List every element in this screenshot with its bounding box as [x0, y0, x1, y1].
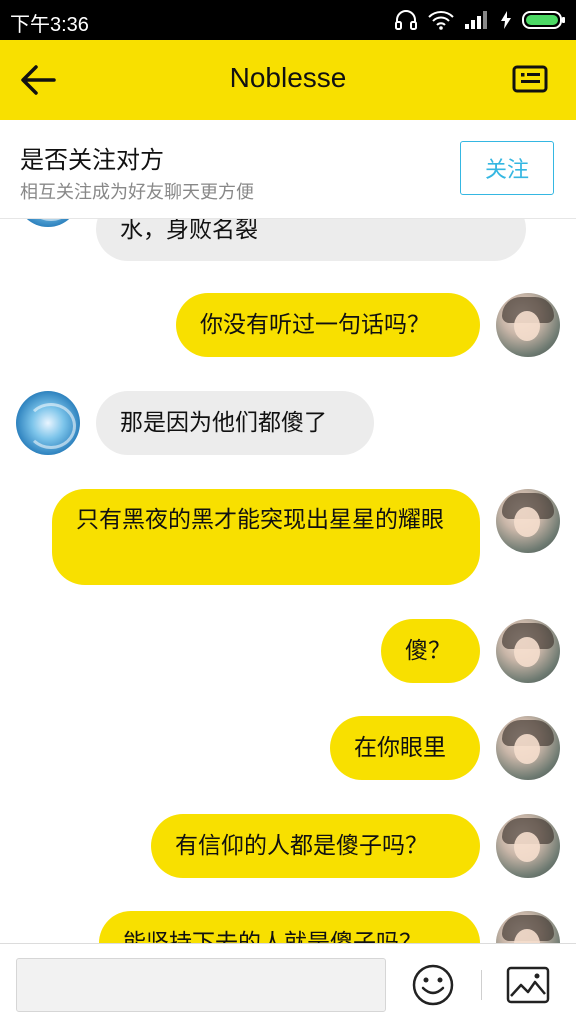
chat-message-list[interactable]: 水，身败名裂 你没有听过一句话吗？ 那是因为他们都傻了 只有黑夜的黑才能突现出星… — [0, 219, 576, 943]
message-bubble[interactable]: 那是因为他们都傻了 — [96, 391, 374, 455]
follow-prompt-subtitle: 相互关注成为好友聊天更方便 — [20, 182, 254, 203]
message-bubble[interactable]: 能坚持下去的人就是傻子吗？ — [99, 911, 480, 943]
status-time: 下午3:36 — [10, 14, 89, 36]
avatar[interactable] — [16, 391, 80, 455]
message-bubble[interactable]: 在你眼里 — [330, 716, 480, 780]
follow-prompt-bar: 是否关注对方 相互关注成为好友聊天更方便 关注 — [0, 120, 576, 219]
status-bar: 下午3:36 — [0, 0, 576, 40]
profile-card-icon[interactable] — [512, 64, 548, 94]
avatar[interactable] — [496, 814, 560, 878]
input-divider — [481, 970, 482, 1000]
avatar[interactable] — [496, 293, 560, 357]
follow-prompt-title: 是否关注对方 — [20, 146, 164, 174]
message-bubble[interactable]: 有信仰的人都是傻子吗？ — [151, 814, 480, 878]
message-bubble[interactable]: 水，身败名裂 — [96, 219, 526, 261]
avatar[interactable] — [496, 716, 560, 780]
charging-bolt-icon — [500, 10, 512, 30]
avatar[interactable] — [496, 911, 560, 943]
message-input[interactable] — [16, 958, 386, 1012]
follow-button[interactable]: 关注 — [460, 141, 554, 195]
battery-icon — [522, 10, 566, 30]
avatar[interactable] — [16, 219, 80, 227]
message-bubble[interactable]: 你没有听过一句话吗？ — [176, 293, 480, 357]
image-icon[interactable] — [506, 966, 550, 1004]
header-bar: Noblesse — [0, 40, 576, 120]
signal-icon — [464, 10, 490, 30]
status-icons — [394, 6, 566, 34]
headphone-icon — [394, 9, 418, 31]
wifi-icon — [428, 10, 454, 30]
page-title: Noblesse — [229, 62, 347, 93]
message-bubble[interactable]: 只有黑夜的黑才能突现出星星的耀眼 — [52, 489, 480, 585]
avatar[interactable] — [496, 619, 560, 683]
avatar[interactable] — [496, 489, 560, 553]
message-input-bar — [0, 943, 576, 1024]
message-bubble[interactable]: 傻？ — [381, 619, 480, 683]
emoji-icon[interactable] — [410, 962, 456, 1008]
